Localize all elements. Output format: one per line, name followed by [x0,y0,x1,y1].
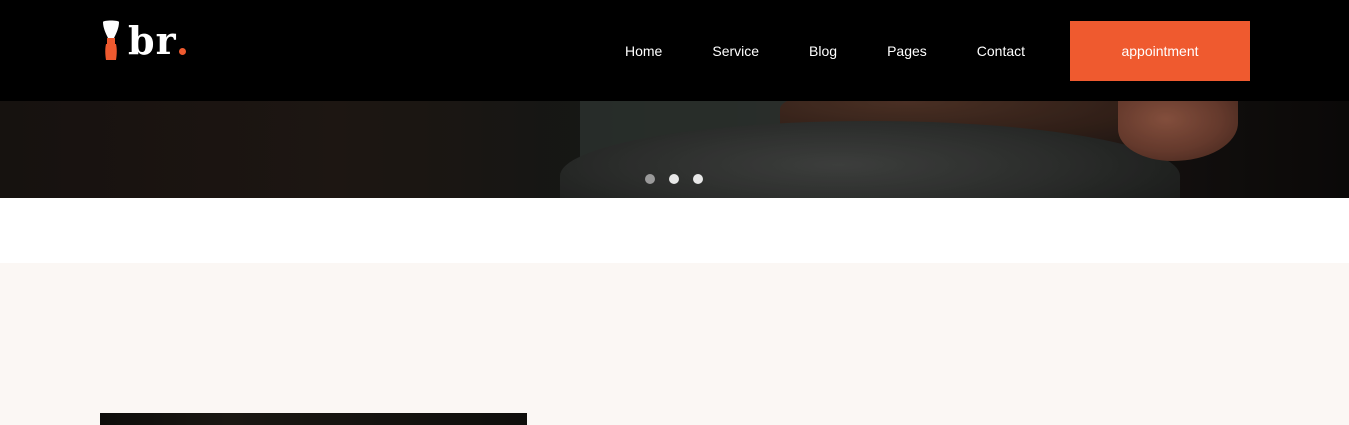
site-header: br Home Service Blog Pages Contact appoi… [0,0,1349,101]
section-image [100,413,527,425]
nav-item-pages[interactable]: Pages [862,43,952,59]
logo-text: br [128,18,177,63]
slider-dot-2[interactable] [669,174,679,184]
slider-dot-1[interactable] [645,174,655,184]
nav-item-contact[interactable]: Contact [952,43,1050,59]
about-section [0,263,1349,425]
nav-item-home[interactable]: Home [600,43,687,59]
page: br Home Service Blog Pages Contact appoi… [0,0,1349,425]
shaving-brush-icon [103,20,119,60]
main-nav: Home Service Blog Pages Contact [600,0,1050,101]
slider-dot-3[interactable] [693,174,703,184]
logo[interactable]: br [100,18,186,60]
slider-dots [645,174,703,184]
nav-item-blog[interactable]: Blog [784,43,862,59]
nav-item-service[interactable]: Service [687,43,784,59]
section-spacer [0,198,1349,263]
appointment-button[interactable]: appointment [1070,21,1250,81]
logo-dot [178,48,186,55]
